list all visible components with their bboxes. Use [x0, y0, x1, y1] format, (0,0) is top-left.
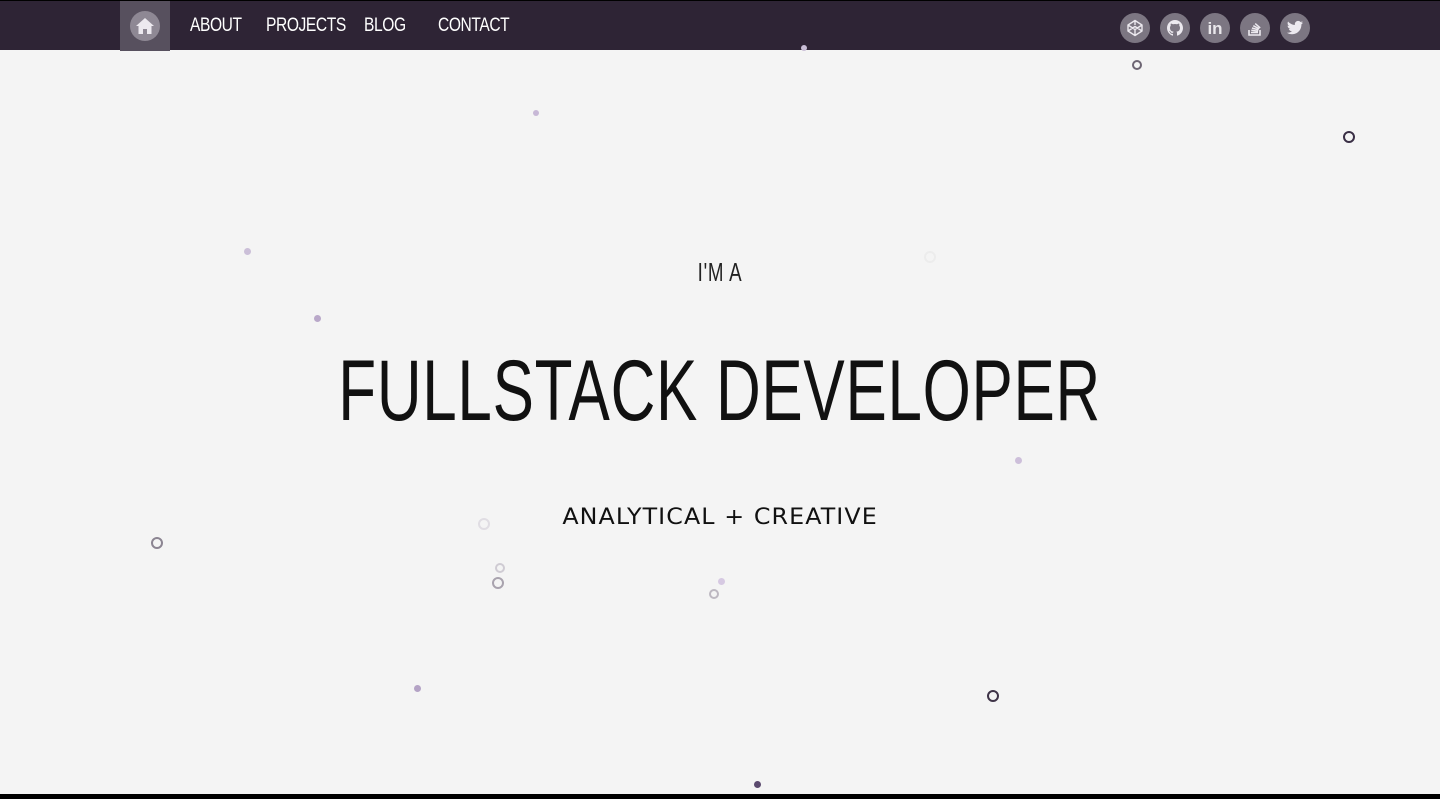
home-icon	[130, 11, 160, 41]
particle	[754, 781, 761, 788]
particle	[924, 251, 936, 263]
stackoverflow-icon	[1248, 23, 1261, 36]
hero-tagline: ANALYTICAL + CREATIVE	[562, 505, 878, 530]
particle	[314, 315, 321, 322]
nav-home-button[interactable]	[120, 1, 170, 51]
particle	[533, 110, 539, 116]
nav-link-blog[interactable]: BLOG	[364, 1, 406, 51]
particle	[414, 685, 421, 692]
page: ABOUT PROJECTS BLOG CONTACT in I'M A FUL…	[0, 0, 1440, 794]
codepen-icon	[1127, 19, 1143, 37]
stackoverflow-link[interactable]	[1240, 13, 1270, 43]
navbar: ABOUT PROJECTS BLOG CONTACT in	[0, 0, 1440, 51]
particle	[244, 248, 251, 255]
linkedin-link[interactable]: in	[1200, 13, 1230, 43]
particle	[709, 589, 719, 599]
nav-link-about[interactable]: ABOUT	[190, 1, 242, 51]
github-link[interactable]	[1160, 13, 1190, 43]
nav-link-projects[interactable]: PROJECTS	[266, 1, 346, 51]
particle	[718, 578, 725, 585]
particle	[492, 577, 504, 589]
particle	[1132, 60, 1142, 70]
twitter-icon	[1286, 20, 1303, 35]
codepen-link[interactable]	[1120, 13, 1150, 43]
particle	[1015, 457, 1022, 464]
hero-intro: I'M A	[697, 257, 743, 287]
nav-link-contact[interactable]: CONTACT	[438, 1, 510, 51]
hero-section: I'M A FULLSTACK DEVELOPER ANALYTICAL + C…	[0, 50, 1440, 794]
window-bottom-edge	[0, 794, 1440, 799]
particle	[801, 45, 807, 51]
github-icon	[1167, 20, 1183, 36]
twitter-link[interactable]	[1280, 13, 1310, 43]
particle	[478, 518, 490, 530]
particle	[987, 690, 999, 702]
hero-title: FULLSTACK DEVELOPER	[338, 343, 1102, 439]
particle	[495, 563, 505, 573]
particle	[1343, 131, 1355, 143]
linkedin-icon: in	[1207, 18, 1223, 38]
particle	[151, 537, 163, 549]
